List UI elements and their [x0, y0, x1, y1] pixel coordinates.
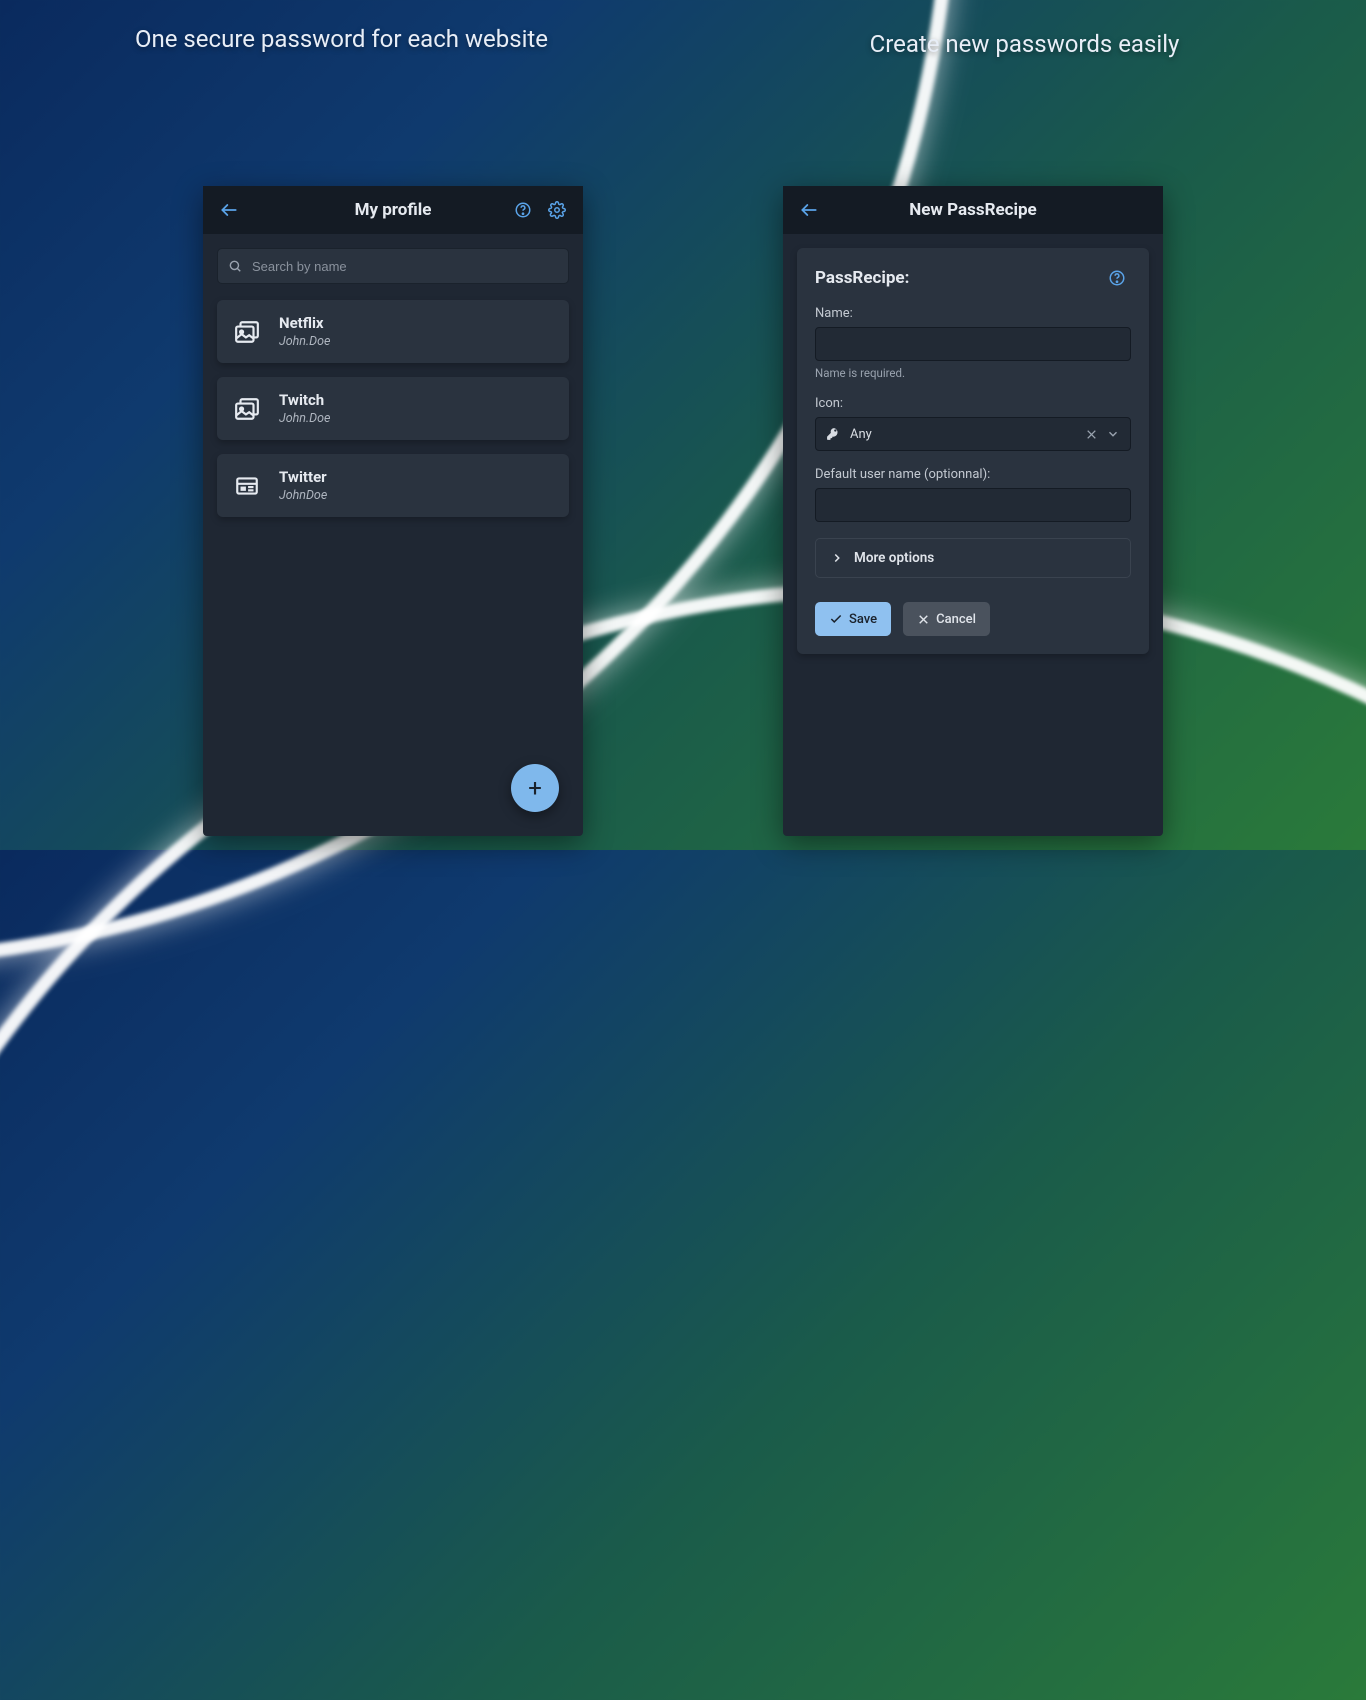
name-input[interactable]: [815, 327, 1131, 361]
more-options-label: More options: [854, 550, 934, 566]
cancel-button[interactable]: Cancel: [903, 602, 990, 636]
form-card: PassRecipe: Name: Name is required. Icon…: [797, 248, 1149, 654]
icon-label: Icon:: [815, 396, 1131, 411]
save-button[interactable]: Save: [815, 602, 891, 636]
search-input-wrapper[interactable]: [217, 248, 569, 284]
name-label: Name:: [815, 306, 1131, 321]
username-label: Default user name (optionnal):: [815, 467, 1131, 482]
icon-value: Any: [850, 427, 872, 442]
item-user: JohnDoe: [279, 488, 327, 503]
username-input[interactable]: [815, 488, 1131, 522]
item-user: John.Doe: [279, 411, 330, 426]
topbar: My profile: [203, 186, 583, 234]
help-icon[interactable]: [1103, 264, 1131, 292]
item-user: John.Doe: [279, 334, 330, 349]
cancel-label: Cancel: [936, 612, 976, 627]
close-icon: [917, 613, 930, 626]
search-input[interactable]: [252, 259, 558, 274]
clear-icon[interactable]: [1085, 428, 1098, 441]
item-name: Twitch: [279, 391, 330, 409]
image-icon: [233, 395, 261, 423]
list-item[interactable]: Twitch John.Doe: [217, 377, 569, 440]
chevron-right-icon: [830, 551, 844, 565]
plus-icon: +: [528, 774, 542, 802]
more-options-toggle[interactable]: More options: [815, 538, 1131, 578]
list-item[interactable]: Netflix John.Doe: [217, 300, 569, 363]
caption-right: Create new passwords easily: [724, 20, 1325, 58]
phone-new-passrecipe: New PassRecipe PassRecipe: Name: Name is…: [783, 186, 1163, 836]
search-icon: [228, 259, 242, 273]
topbar: New PassRecipe: [783, 186, 1163, 234]
phone-my-profile: My profile: [203, 186, 583, 836]
image-icon: [233, 318, 261, 346]
add-button[interactable]: +: [511, 764, 559, 812]
help-icon[interactable]: [509, 196, 537, 224]
key-icon: [826, 427, 840, 441]
back-icon[interactable]: [795, 196, 823, 224]
back-icon[interactable]: [215, 196, 243, 224]
save-label: Save: [849, 612, 877, 627]
form-heading: PassRecipe:: [815, 268, 909, 288]
list-item[interactable]: Twitter JohnDoe: [217, 454, 569, 517]
chevron-down-icon[interactable]: [1106, 427, 1120, 441]
icon-select[interactable]: Any: [815, 417, 1131, 451]
caption-left: One secure password for each website: [41, 20, 642, 58]
check-icon: [829, 612, 843, 626]
item-name: Netflix: [279, 314, 330, 332]
item-name: Twitter: [279, 468, 327, 486]
page-title: New PassRecipe: [783, 200, 1163, 220]
name-help: Name is required.: [815, 366, 1131, 380]
gear-icon[interactable]: [543, 196, 571, 224]
newspaper-icon: [233, 472, 261, 500]
